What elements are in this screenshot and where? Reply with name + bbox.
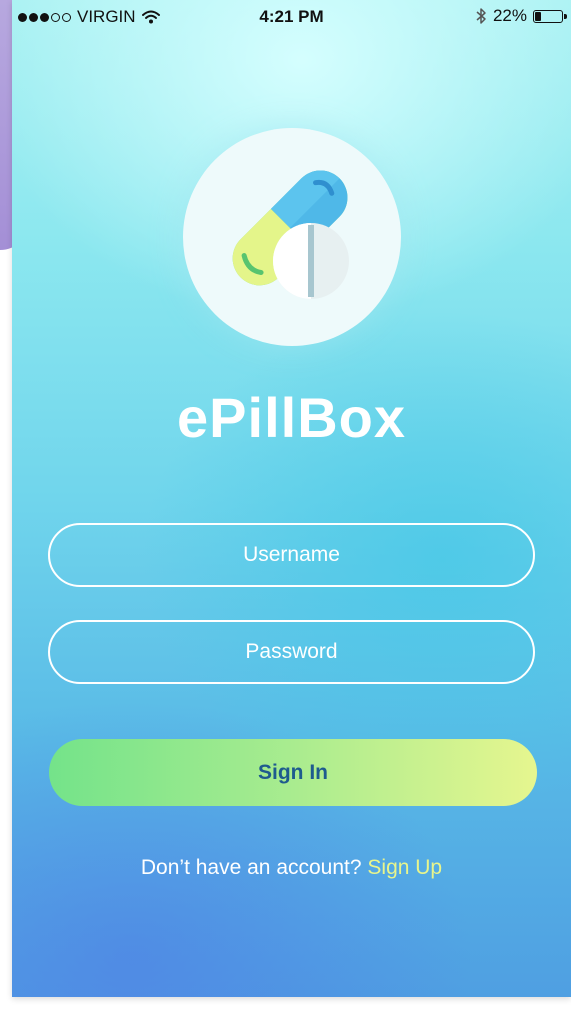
battery-percent: 22% (492, 6, 527, 25)
battery-icon (533, 9, 567, 23)
username-field[interactable] (48, 523, 535, 587)
login-screen: VIRGIN 4:21 PM 22% ePillBox Username Sig… (12, 0, 571, 997)
sign-up-link[interactable]: Sign Up (367, 856, 442, 879)
app-title: ePillBox (177, 386, 406, 449)
password-field[interactable] (48, 620, 535, 684)
sign-in-button[interactable]: Sign In (49, 739, 537, 806)
app-logo (183, 128, 401, 346)
pill-capsule-icon (232, 170, 349, 299)
status-bar: VIRGIN 4:21 PM 22% (12, 0, 571, 32)
battery-tip (564, 13, 567, 19)
status-right: 22% (475, 6, 567, 26)
signup-prompt: Don’t have an account? Sign Up (12, 856, 571, 880)
battery-fill (535, 11, 541, 21)
signup-prompt-text: Don’t have an account? (140, 856, 368, 879)
bluetooth-icon (476, 8, 486, 24)
